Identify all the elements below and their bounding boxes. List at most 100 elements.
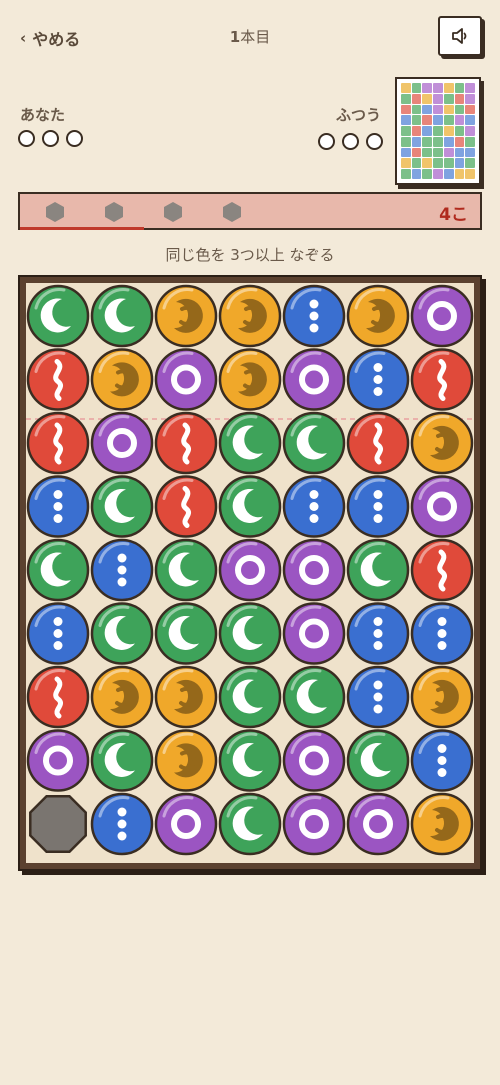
ball-red[interactable] (410, 348, 474, 411)
ball-green[interactable] (218, 665, 282, 729)
ball-yellow[interactable] (90, 665, 154, 729)
ball-green[interactable] (154, 538, 218, 602)
ball-blue[interactable] (346, 665, 410, 729)
ball-blue[interactable] (346, 475, 410, 538)
ball-yellow[interactable] (410, 411, 474, 475)
ball-red[interactable] (26, 411, 90, 475)
ball-purple[interactable] (90, 411, 154, 475)
round-suffix: 本目 (240, 28, 271, 46)
instruction-text: 同じ色を 3つ以上 なぞる (165, 246, 335, 264)
ball-yellow[interactable] (346, 284, 410, 348)
preview-cell (443, 126, 454, 136)
ball-purple[interactable] (26, 729, 90, 792)
ball-yellow[interactable] (218, 348, 282, 411)
ball-yellow[interactable] (410, 792, 474, 856)
preview-cell (411, 83, 422, 93)
preview-cell (411, 147, 422, 158)
ball-yellow[interactable] (90, 348, 154, 411)
ball-green[interactable] (346, 729, 410, 792)
ball-purple[interactable] (218, 538, 282, 602)
ball-yellow[interactable] (218, 284, 282, 348)
ball-green[interactable] (218, 729, 282, 792)
ball-purple[interactable] (282, 792, 346, 856)
ball-blue[interactable] (282, 475, 346, 538)
ball-red[interactable] (154, 411, 218, 475)
ball-red[interactable] (26, 348, 90, 411)
ball-blue[interactable] (26, 475, 90, 538)
ball-yellow[interactable] (154, 729, 218, 792)
game-board-frame (18, 275, 482, 871)
blue-symbol-icon (53, 617, 63, 650)
ball-blue[interactable] (282, 284, 346, 348)
ball-purple[interactable] (410, 475, 474, 538)
ball-purple[interactable] (282, 729, 346, 792)
preview-cell (465, 83, 475, 93)
ball-green[interactable] (218, 411, 282, 475)
ball-grid[interactable] (26, 283, 474, 863)
ball-purple[interactable] (282, 348, 346, 411)
preview-cell (433, 104, 443, 115)
ball-red[interactable] (410, 538, 474, 602)
speaker-icon (452, 28, 467, 44)
ball-red[interactable] (346, 411, 410, 475)
ball-yellow[interactable] (410, 665, 474, 729)
ball-green[interactable] (154, 602, 218, 665)
ball-purple[interactable] (410, 284, 474, 348)
progress-count: 4こ (439, 205, 468, 225)
sound-button[interactable] (438, 16, 482, 56)
preview-cell (454, 158, 465, 169)
preview-cell (465, 115, 475, 126)
preview-cell (433, 169, 443, 179)
preview-cell (401, 158, 411, 169)
player-lives (18, 130, 83, 147)
ball-purple[interactable] (282, 538, 346, 602)
preview-cell (443, 147, 454, 158)
preview-cell (465, 169, 475, 179)
ball-blue[interactable] (90, 538, 154, 602)
preview-cell (465, 93, 475, 104)
ball-blue[interactable] (346, 602, 410, 665)
ball-purple[interactable] (154, 792, 218, 856)
ball-green[interactable] (218, 475, 282, 538)
ball-green[interactable] (90, 602, 154, 665)
ball-green[interactable] (346, 538, 410, 602)
ball-blue[interactable] (346, 348, 410, 411)
preview-cell (454, 83, 465, 93)
preview-cell (443, 136, 454, 147)
stone-marker-icon (46, 202, 64, 222)
preview-cell (401, 136, 411, 147)
ball-green[interactable] (218, 792, 282, 856)
blue-symbol-icon (373, 363, 383, 396)
ball-stone[interactable] (29, 795, 87, 853)
ball-blue[interactable] (90, 792, 154, 856)
ball-red[interactable] (26, 665, 90, 729)
blue-symbol-icon (117, 553, 127, 587)
ball-yellow[interactable] (154, 665, 218, 729)
ball-purple[interactable] (346, 792, 410, 856)
player-life-icon (66, 130, 83, 147)
player-life-icon (18, 130, 35, 147)
preview-cell (401, 115, 411, 126)
ball-green[interactable] (282, 665, 346, 729)
preview-cell (422, 158, 433, 169)
ball-blue[interactable] (410, 729, 474, 792)
preview-cell (465, 147, 475, 158)
preview-cell (443, 93, 454, 104)
ball-purple[interactable] (282, 602, 346, 665)
preview-cell (443, 115, 454, 126)
ball-yellow[interactable] (154, 284, 218, 348)
ball-green[interactable] (90, 729, 154, 792)
ball-blue[interactable] (26, 602, 90, 665)
ball-green[interactable] (26, 538, 90, 602)
ball-green[interactable] (90, 284, 154, 348)
ball-purple[interactable] (154, 348, 218, 411)
preview-cell (411, 136, 422, 147)
ball-green[interactable] (26, 284, 90, 348)
ball-green[interactable] (218, 602, 282, 665)
ball-red[interactable] (154, 475, 218, 538)
ball-blue[interactable] (410, 602, 474, 665)
game-board[interactable] (26, 283, 474, 863)
preview-cell (422, 147, 433, 158)
ball-green[interactable] (90, 475, 154, 538)
ball-green[interactable] (282, 411, 346, 475)
